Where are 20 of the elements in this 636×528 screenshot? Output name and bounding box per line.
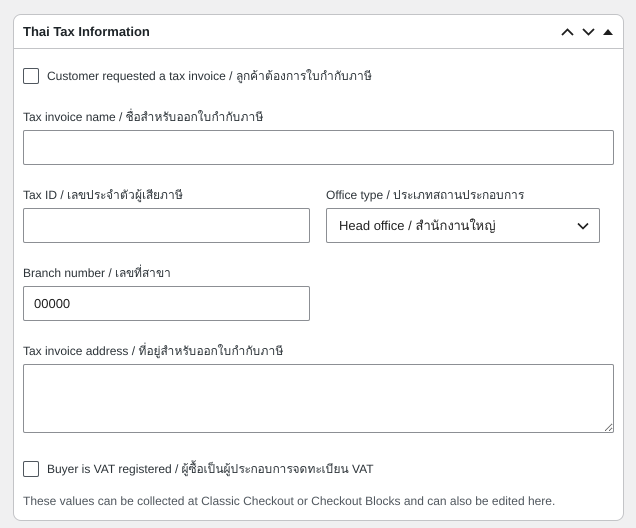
panel-title: Thai Tax Information (23, 24, 150, 39)
collapse-triangle-icon[interactable] (603, 28, 613, 34)
field-label: Tax invoice address / ที่อยู่สำหรับออกใบกำกับภาษี (23, 342, 284, 360)
field-label: Branch number / เลขที่สาขา (23, 264, 172, 282)
chevron-down-icon[interactable] (582, 28, 595, 36)
field-label: Tax ID / เลขประจำตัวผู้เสียภาษี (23, 187, 184, 204)
input-field[interactable] (23, 208, 310, 243)
checkbox-label[interactable]: Customer requested a tax invoice / ลูกค้าต้องการใบกำกับภาษี (47, 66, 372, 85)
input-field[interactable]: 00000 (23, 286, 310, 321)
address-field[interactable] (23, 364, 614, 433)
checkbox[interactable] (23, 68, 39, 84)
input-field[interactable] (23, 130, 614, 165)
help-text: These values can be collected at Classic Checkout or Checkout Blocks and can also be edited here. (23, 494, 556, 508)
field-label: Office type / ประเภทสถานประกอบการ (326, 187, 526, 204)
office-type-select[interactable]: Head office / สำนักงานใหญ่ (326, 208, 600, 243)
checkbox[interactable] (23, 460, 39, 476)
chevron-up-icon[interactable] (561, 28, 574, 36)
chevron-down-icon (577, 222, 589, 230)
field-label: Tax invoice name / ชื่อสำหรับออกใบกำกับภาษี (23, 108, 265, 126)
checkbox-label[interactable]: Buyer is VAT registered / ผู้ซื้อเป็นผู้ประกอบการจดทะเบียน VAT (47, 459, 374, 478)
